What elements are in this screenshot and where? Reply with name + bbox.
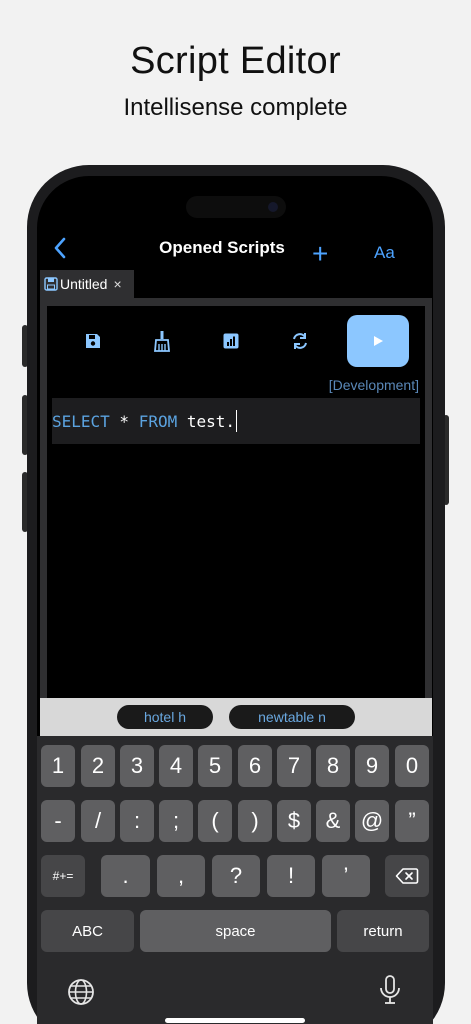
key[interactable]: 0 xyxy=(395,745,429,787)
key[interactable]: ! xyxy=(267,855,315,897)
code-text: test. xyxy=(177,411,236,431)
key[interactable]: $ xyxy=(277,800,311,842)
suggestion-chip[interactable]: hotel h xyxy=(117,705,213,729)
code-line[interactable]: SELECT * FROM test. xyxy=(52,398,420,444)
key[interactable]: 9 xyxy=(355,745,389,787)
chart-icon xyxy=(223,333,239,349)
key[interactable]: 2 xyxy=(81,745,115,787)
save-button[interactable] xyxy=(80,328,106,354)
broom-icon xyxy=(154,331,170,352)
space-key[interactable]: space xyxy=(140,910,331,952)
key[interactable]: 3 xyxy=(120,745,154,787)
code-keyword: FROM xyxy=(138,411,178,431)
key[interactable]: ? xyxy=(212,855,260,897)
run-button[interactable] xyxy=(347,315,409,367)
home-indicator xyxy=(165,1018,305,1023)
key[interactable]: , xyxy=(157,855,205,897)
key[interactable]: 8 xyxy=(316,745,350,787)
key[interactable]: ( xyxy=(198,800,232,842)
text-caret xyxy=(236,410,238,432)
key[interactable]: 4 xyxy=(159,745,193,787)
camera xyxy=(268,202,278,212)
environment-label: [Development] xyxy=(328,377,419,393)
key[interactable]: - xyxy=(41,800,75,842)
key[interactable]: ” xyxy=(395,800,429,842)
backspace-icon xyxy=(395,868,419,884)
key[interactable]: . xyxy=(101,855,150,897)
suggestion-chip[interactable]: newtable n xyxy=(229,705,355,729)
return-key[interactable]: return xyxy=(337,910,429,952)
delete-key[interactable] xyxy=(385,855,429,897)
chevron-left-icon xyxy=(54,237,66,259)
globe-button[interactable] xyxy=(66,977,96,1007)
key[interactable]: 7 xyxy=(277,745,311,787)
explain-plan-button[interactable] xyxy=(218,328,244,354)
tab-label: Untitled xyxy=(60,276,108,292)
refresh-icon xyxy=(293,333,307,349)
back-button[interactable] xyxy=(50,234,70,262)
promo-subtitle: Intellisense complete xyxy=(123,94,348,121)
play-icon xyxy=(374,336,383,346)
key[interactable]: & xyxy=(316,800,350,842)
key[interactable]: 5 xyxy=(198,745,232,787)
key[interactable]: @ xyxy=(355,800,389,842)
nav-title: Opened Scripts xyxy=(159,238,285,257)
tab-untitled[interactable]: Untitled × xyxy=(40,270,134,298)
code-text: * xyxy=(109,411,139,431)
refresh-button[interactable] xyxy=(287,328,313,354)
clear-button[interactable] xyxy=(149,328,175,354)
globe-icon xyxy=(68,979,94,1005)
tab-close-button[interactable]: × xyxy=(113,276,121,292)
promo-title: Script Editor xyxy=(130,40,341,82)
save-icon xyxy=(44,277,58,291)
dictation-button[interactable] xyxy=(378,974,402,1006)
abc-key[interactable]: ABC xyxy=(41,910,134,952)
symbols-key[interactable]: #+= xyxy=(41,855,85,897)
font-size-button[interactable]: Aa xyxy=(374,243,395,263)
key[interactable]: / xyxy=(81,800,115,842)
key[interactable]: ’ xyxy=(322,855,370,897)
key[interactable]: 6 xyxy=(238,745,272,787)
key[interactable]: : xyxy=(120,800,154,842)
save-icon xyxy=(86,334,100,348)
key[interactable]: ; xyxy=(159,800,193,842)
key[interactable]: ) xyxy=(238,800,272,842)
key[interactable]: 1 xyxy=(41,745,75,787)
code-keyword: SELECT xyxy=(52,411,110,431)
add-script-button[interactable]: + xyxy=(312,240,328,268)
microphone-icon xyxy=(380,975,400,1004)
